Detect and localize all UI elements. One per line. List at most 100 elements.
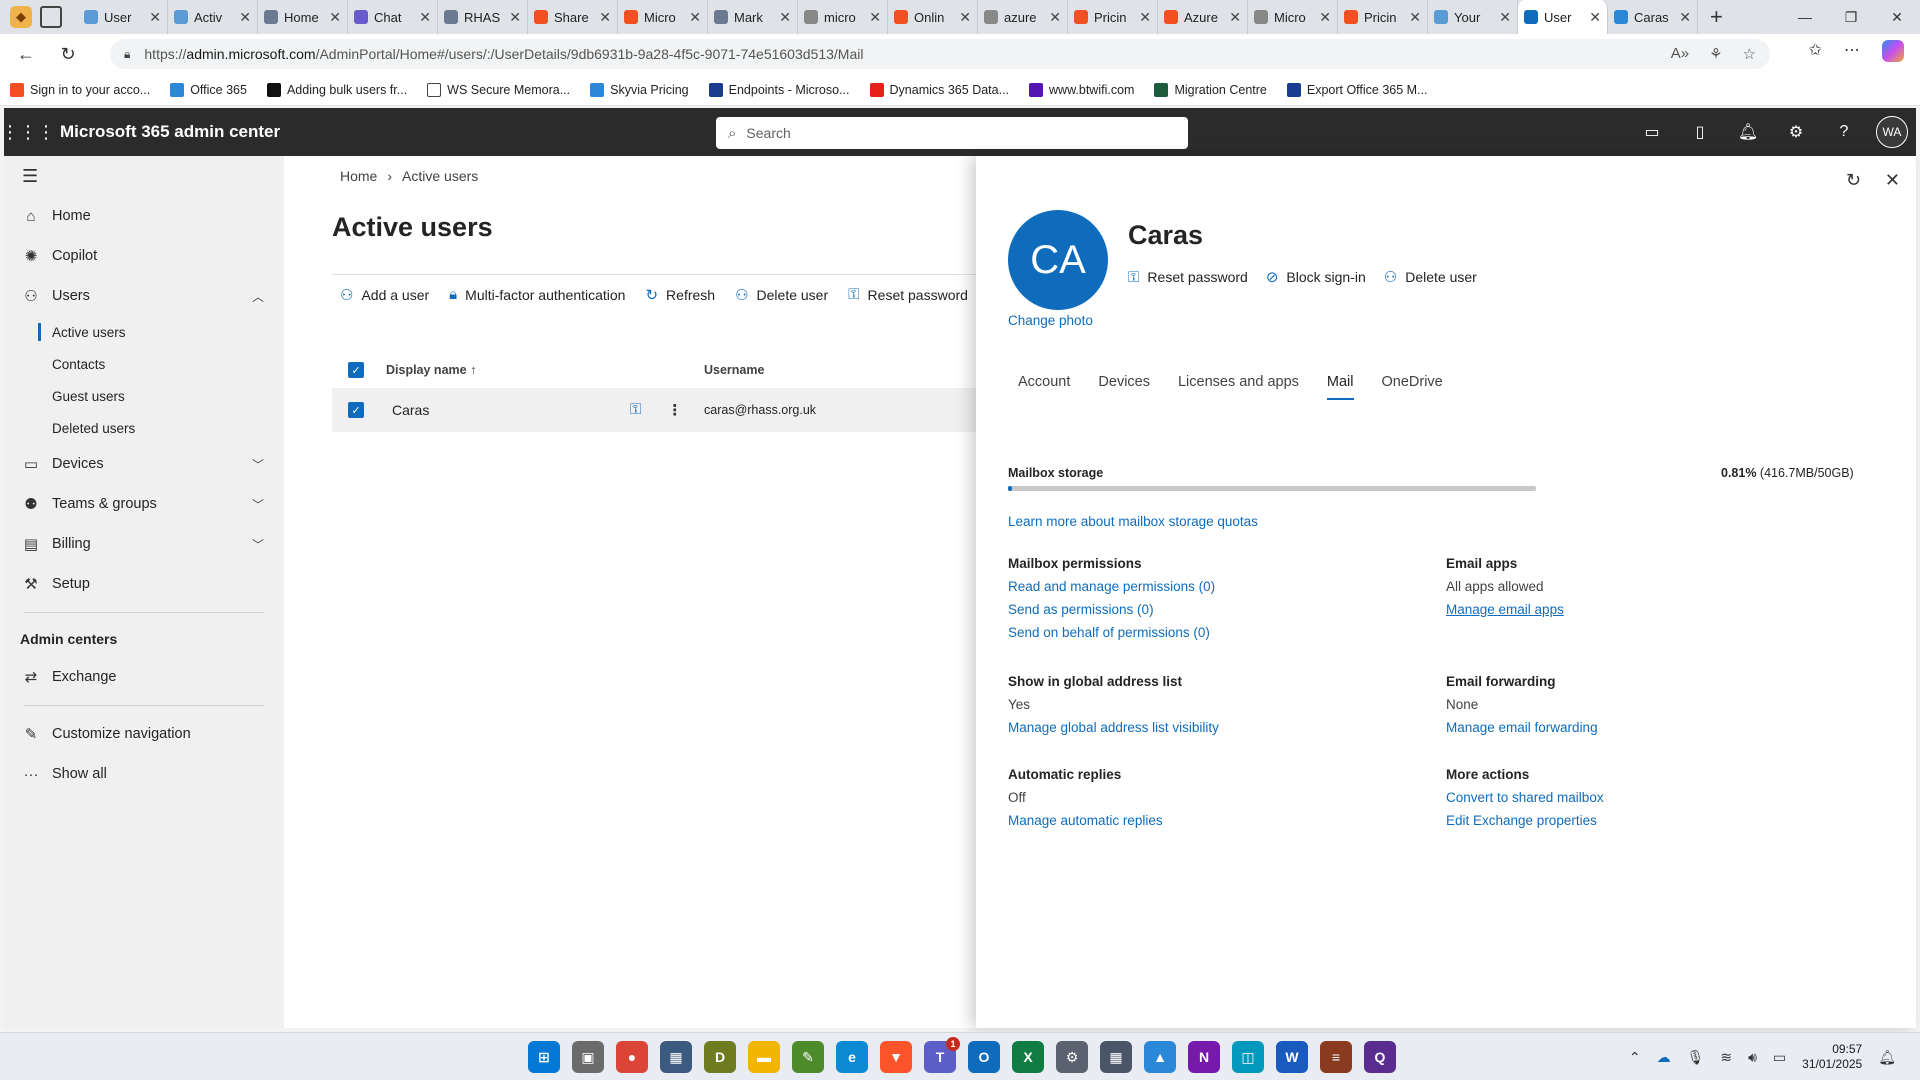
tab-close-icon[interactable]: ✕ xyxy=(1319,9,1331,26)
remote-desktop-icon[interactable]: ▦ xyxy=(660,1041,692,1073)
browser-tab[interactable]: micro ✕ xyxy=(798,0,888,34)
tab-close-icon[interactable]: ✕ xyxy=(149,9,161,26)
browser-tab[interactable]: Pricin ✕ xyxy=(1068,0,1158,34)
chevron-down-icon[interactable]: ﹀ xyxy=(252,536,264,553)
browser-tab[interactable]: Micro ✕ xyxy=(618,0,708,34)
account-avatar[interactable]: WA xyxy=(1876,116,1908,148)
more-options-icon[interactable]: ⋮ xyxy=(667,401,682,419)
close-icon[interactable]: ✕ xyxy=(1885,170,1900,191)
panel-delete-user-button[interactable]: ⚇ Delete user xyxy=(1384,268,1477,286)
bookmark-item[interactable]: Endpoints - Microso... xyxy=(708,82,850,97)
tab-devices[interactable]: Devices xyxy=(1098,374,1150,400)
excel-icon[interactable]: X xyxy=(1012,1041,1044,1073)
read-manage-permissions-link[interactable]: Read and manage permissions (0) xyxy=(1008,579,1215,594)
tab-close-icon[interactable]: ✕ xyxy=(1049,9,1061,26)
browser-tab[interactable]: Chat ✕ xyxy=(348,0,438,34)
chevron-up-icon[interactable]: ︿ xyxy=(252,288,264,305)
word-icon[interactable]: W xyxy=(1276,1041,1308,1073)
browser-menu-icon[interactable]: ⋯ xyxy=(1844,40,1860,62)
browser-tab[interactable]: azure ✕ xyxy=(978,0,1068,34)
tab-close-icon[interactable]: ✕ xyxy=(689,9,701,26)
sidebar-item-contacts[interactable]: Contacts xyxy=(4,348,284,380)
browser-profile-icon[interactable]: ◆ xyxy=(10,6,32,28)
manage-email-forwarding-link[interactable]: Manage email forwarding xyxy=(1446,720,1598,735)
tray-chevron-icon[interactable]: ⌃ xyxy=(1629,1049,1641,1066)
reset-password-button[interactable]: ⚿ Reset password xyxy=(848,286,968,303)
column-display-name[interactable]: Display name ↑ xyxy=(386,363,476,377)
delete-user-button[interactable]: ⚇ Delete user xyxy=(735,286,828,304)
onedrive-icon[interactable]: ☁ xyxy=(1657,1049,1671,1066)
bookmark-item[interactable]: Adding bulk users fr... xyxy=(266,82,407,97)
chevron-down-icon[interactable]: ﹀ xyxy=(252,496,264,513)
nav-item-users[interactable]: ⚇ Users ︿ xyxy=(4,276,284,316)
bookmark-item[interactable]: Export Office 365 M... xyxy=(1286,82,1428,97)
refresh-button[interactable]: ↻ Refresh xyxy=(645,286,715,304)
browser-tab[interactable]: Mark ✕ xyxy=(708,0,798,34)
screen-sketch-icon[interactable]: ◫ xyxy=(1232,1041,1264,1073)
mfa-button[interactable]: 🔒︎ Multi-factor authentication xyxy=(449,286,625,303)
send-on-behalf-permissions-link[interactable]: Send on behalf of permissions (0) xyxy=(1008,625,1215,640)
tab-close-icon[interactable]: ✕ xyxy=(1229,9,1241,26)
bookmark-item[interactable]: WS Secure Memora... xyxy=(427,82,570,97)
tab-account[interactable]: Account xyxy=(1018,374,1070,400)
tab-onedrive[interactable]: OneDrive xyxy=(1382,374,1443,400)
document-icon[interactable]: ▯ xyxy=(1676,108,1724,156)
learn-more-storage-link[interactable]: Learn more about mailbox storage quotas xyxy=(1008,514,1258,529)
tab-close-icon[interactable]: ✕ xyxy=(329,9,341,26)
bookmark-item[interactable]: Sign in to your acco... xyxy=(10,82,150,97)
wifi-icon[interactable]: ≋ xyxy=(1720,1049,1732,1066)
sidebar-item-guest-users[interactable]: Guest users xyxy=(4,380,284,412)
breadcrumb-home[interactable]: Home xyxy=(340,168,377,184)
nav-item-copilot[interactable]: ✺ Copilot xyxy=(4,236,284,276)
tab-close-icon[interactable]: ✕ xyxy=(599,9,611,26)
sidebar-item-deleted-users[interactable]: Deleted users xyxy=(4,412,284,444)
read-aloud-icon[interactable]: A» xyxy=(1671,45,1689,63)
tab-close-icon[interactable]: ✕ xyxy=(1409,9,1421,26)
manage-gal-visibility-link[interactable]: Manage global address list visibility xyxy=(1008,720,1219,735)
hamburger-menu-icon[interactable]: ☰ xyxy=(4,156,284,196)
nav-item-show-all[interactable]: ··· Show all xyxy=(4,754,284,794)
send-as-permissions-link[interactable]: Send as permissions (0) xyxy=(1008,602,1215,617)
reset-password-key-icon[interactable]: ⚿ xyxy=(630,401,641,419)
back-button[interactable]: ← xyxy=(10,38,42,70)
column-username[interactable]: Username xyxy=(704,363,764,377)
app-q-icon[interactable]: Q xyxy=(1364,1041,1396,1073)
tab-close-icon[interactable]: ✕ xyxy=(779,9,791,26)
row-display-name[interactable]: Caras xyxy=(392,402,429,418)
browser-tab[interactable]: Onlin ✕ xyxy=(888,0,978,34)
battery-icon[interactable]: ▭ xyxy=(1773,1049,1786,1066)
task-view-icon[interactable]: ▣ xyxy=(572,1041,604,1073)
manage-email-apps-link[interactable]: Manage email apps xyxy=(1446,602,1564,617)
bookmark-item[interactable]: Skyvia Pricing xyxy=(590,82,689,97)
browser-tab[interactable]: Azure ✕ xyxy=(1158,0,1248,34)
outlook-icon[interactable]: O xyxy=(968,1041,1000,1073)
tab-close-icon[interactable]: ✕ xyxy=(239,9,251,26)
refresh-panel-icon[interactable]: ↻ xyxy=(1846,170,1861,191)
sidebar-item-active-users[interactable]: Active users xyxy=(4,316,284,348)
tab-close-icon[interactable]: ✕ xyxy=(869,9,881,26)
chevron-down-icon[interactable]: ﹀ xyxy=(252,456,264,473)
browser-tab[interactable]: User ✕ xyxy=(1518,0,1608,34)
winrar-icon[interactable]: ≡ xyxy=(1320,1041,1352,1073)
bookmark-item[interactable]: Dynamics 365 Data... xyxy=(869,82,1009,97)
tab-actions-icon[interactable] xyxy=(40,6,62,28)
change-photo-link[interactable]: Change photo xyxy=(1008,313,1093,328)
close-window-button[interactable]: ✕ xyxy=(1874,0,1920,34)
app-title[interactable]: Microsoft 365 admin center xyxy=(60,122,280,142)
minimize-button[interactable]: — xyxy=(1782,0,1828,34)
panel-reset-password-button[interactable]: ⚿ Reset password xyxy=(1128,268,1248,286)
notepad-icon[interactable]: ✎ xyxy=(792,1041,824,1073)
select-all-checkbox[interactable]: ✓ xyxy=(348,362,364,378)
gear-icon[interactable]: ⚙ xyxy=(1772,108,1820,156)
reload-button[interactable]: ↻ xyxy=(52,38,84,70)
nav-item-home[interactable]: ⌂ Home xyxy=(4,196,284,236)
browser-tab[interactable]: Home ✕ xyxy=(258,0,348,34)
copilot-browser-icon[interactable] xyxy=(1882,40,1904,62)
nav-item-setup[interactable]: ⚒ Setup xyxy=(4,564,284,604)
browser-tab[interactable]: Micro ✕ xyxy=(1248,0,1338,34)
table-row[interactable]: ✓ Caras ⚿ ⋮ caras@rhass.org.uk xyxy=(332,388,992,432)
url-field[interactable]: 🔒︎ https://admin.microsoft.com/AdminPort… xyxy=(110,39,1770,69)
tab-close-icon[interactable]: ✕ xyxy=(1139,9,1151,26)
calculator-icon[interactable]: ▦ xyxy=(1100,1041,1132,1073)
nav-item-exchange[interactable]: ⇄ Exchange xyxy=(4,657,284,697)
